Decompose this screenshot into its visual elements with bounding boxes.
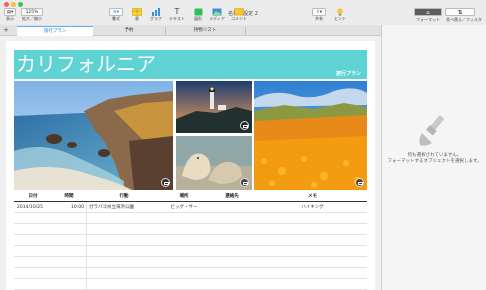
column-header-activity[interactable]: 行動 xyxy=(86,192,162,202)
column-header-date[interactable]: 日付 xyxy=(14,192,52,202)
table-row[interactable] xyxy=(14,224,367,235)
tab-travel-plan[interactable]: 旅行プラン xyxy=(17,26,93,36)
toolbar: ▤▾ 表示 125% 拡大／縮小 ≡▾ 書式 表 グラフ T テキスト 図形 メ… xyxy=(0,7,486,24)
table-button[interactable]: 表 xyxy=(129,7,145,24)
table-cell[interactable]: ビッグ・サー xyxy=(162,202,206,213)
column-header-contact[interactable]: 連絡先 xyxy=(206,192,258,202)
table-row[interactable] xyxy=(14,213,367,224)
replace-image-icon[interactable] xyxy=(240,121,249,130)
media-icon xyxy=(208,8,226,16)
lightbulb-icon xyxy=(332,8,348,16)
table-row[interactable]: 2014/10/25 10:00 ガラパゴ州立海浜公園 ビッグ・サー ハイキング xyxy=(14,202,367,213)
tab-divider xyxy=(245,27,246,35)
bar-chart-icon xyxy=(148,8,164,16)
paintbrush-icon: ⌂ xyxy=(414,8,442,16)
column-header-memo[interactable]: メモ xyxy=(258,192,367,202)
paintbrush-icon xyxy=(418,113,450,151)
share-icon: ⇪▾ xyxy=(312,8,326,16)
table-row[interactable] xyxy=(14,235,367,246)
shape-icon xyxy=(190,8,206,16)
table-cell[interactable]: ガラパゴ州立海浜公園 xyxy=(89,202,162,213)
poppy-field-photo[interactable] xyxy=(254,81,367,190)
seals-photo[interactable] xyxy=(176,136,252,190)
replace-image-icon[interactable] xyxy=(355,178,364,187)
no-selection-message: 何も選択されていません。 フォーマットするオブジェクトを選択します。 xyxy=(387,153,482,164)
sheet-tab-bar: + 旅行プラン 予約 持物リスト xyxy=(0,25,381,36)
tips-button[interactable]: ヒント xyxy=(332,7,348,24)
table-row[interactable] xyxy=(14,246,367,257)
table-row[interactable] xyxy=(14,257,367,268)
sidebar-icon: ▤▾ xyxy=(4,8,16,16)
sort-arrows-icon: ⇅ xyxy=(445,8,475,16)
table-row[interactable] xyxy=(14,279,367,290)
paragraph-list-icon: ≡▾ xyxy=(109,8,123,16)
column-header-place[interactable]: 場所 xyxy=(162,192,206,202)
add-sheet-button[interactable]: + xyxy=(2,25,10,36)
sheet-page: カリフォルニア 旅行プラン 日付 時間 行動 場所 連絡先 メモ 2014/10… xyxy=(6,41,375,290)
coast-photo[interactable] xyxy=(14,81,173,190)
text-button[interactable]: T テキスト xyxy=(167,7,187,24)
numbers-window: 名称未設定 2 ▤▾ 表示 125% 拡大／縮小 ≡▾ 書式 表 グラフ xyxy=(0,0,486,290)
lighthouse-photo[interactable] xyxy=(176,81,252,133)
table-cell[interactable]: 10:00 xyxy=(52,202,84,213)
comment-icon xyxy=(228,8,250,16)
document-canvas[interactable]: カリフォルニア 旅行プラン 日付 時間 行動 場所 連絡先 メモ 2014/10… xyxy=(0,36,381,290)
table-row[interactable] xyxy=(14,268,367,279)
zoom-value: 125% xyxy=(21,8,43,16)
shape-button[interactable]: 図形 xyxy=(190,7,206,24)
banner-subtitle: 旅行プラン xyxy=(335,71,361,77)
media-button[interactable]: メディア xyxy=(208,7,226,24)
text-box-icon: T xyxy=(174,7,180,16)
table-cell[interactable]: 2014/10/25 xyxy=(17,202,52,213)
format-inspector-panel: 何も選択されていません。 フォーマットするオブジェクトを選択します。 xyxy=(381,25,486,290)
column-header-time[interactable]: 時間 xyxy=(52,192,86,202)
sort-filter-button[interactable]: ⇅ 並べ替え／フィルタ xyxy=(444,7,484,24)
table-cell[interactable]: ハイキング xyxy=(258,202,367,213)
tab-packing-list[interactable]: 持物リスト xyxy=(165,26,245,36)
title-banner[interactable]: カリフォルニア 旅行プラン xyxy=(14,50,367,79)
tab-reservations[interactable]: 予約 xyxy=(93,26,165,36)
zoom-control[interactable]: 125% 拡大／縮小 xyxy=(20,7,44,24)
table-cell[interactable] xyxy=(206,202,258,213)
table-header-row: 日付 時間 行動 場所 連絡先 メモ xyxy=(14,192,367,202)
format-insert-button[interactable]: ≡▾ 書式 xyxy=(107,7,125,24)
comment-button[interactable]: コメント xyxy=(228,7,250,24)
replace-image-icon[interactable] xyxy=(161,178,170,187)
replace-image-icon[interactable] xyxy=(240,178,249,187)
table-icon xyxy=(129,8,145,16)
share-button[interactable]: ⇪▾ 共有 xyxy=(310,7,328,24)
banner-title: カリフォルニア xyxy=(16,52,156,76)
chart-button[interactable]: グラフ xyxy=(148,7,164,24)
format-panel-button[interactable]: ⌂ フォーマット xyxy=(413,7,443,24)
view-button[interactable]: ▤▾ 表示 xyxy=(3,7,17,24)
